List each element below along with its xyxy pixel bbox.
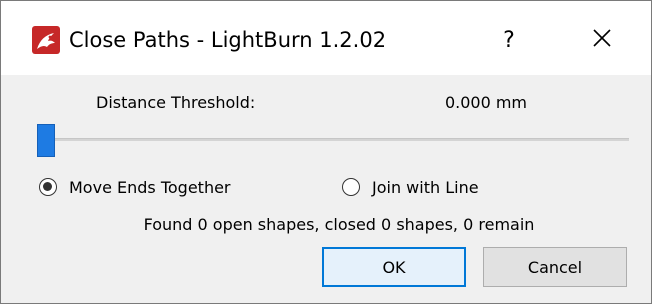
distance-threshold-value: 0.000 mm bbox=[444, 93, 527, 112]
distance-threshold-label: Distance Threshold: bbox=[96, 93, 256, 112]
cancel-button[interactable]: Cancel bbox=[483, 247, 627, 287]
close-button[interactable] bbox=[574, 15, 630, 65]
move-ends-together-radio[interactable]: Move Ends Together bbox=[39, 176, 231, 198]
move-ends-together-label: Move Ends Together bbox=[69, 177, 231, 197]
ok-button[interactable]: OK bbox=[322, 247, 466, 287]
close-paths-dialog: Close Paths - LightBurn 1.2.02 ? Distanc… bbox=[0, 0, 652, 304]
radio-indicator-unselected[interactable] bbox=[342, 178, 360, 196]
radio-dot bbox=[43, 182, 52, 191]
radio-indicator-selected[interactable] bbox=[39, 178, 57, 196]
join-with-line-label: Join with Line bbox=[372, 177, 479, 197]
distance-threshold-slider-track[interactable] bbox=[37, 138, 629, 141]
distance-threshold-slider-handle[interactable] bbox=[37, 124, 55, 157]
join-with-line-radio[interactable]: Join with Line bbox=[342, 176, 479, 198]
status-message: Found 0 open shapes, closed 0 shapes, 0 … bbox=[143, 215, 535, 234]
window-title: Close Paths - LightBurn 1.2.02 bbox=[69, 28, 387, 52]
help-button[interactable]: ? bbox=[479, 15, 539, 65]
title-bar[interactable]: Close Paths - LightBurn 1.2.02 ? bbox=[1, 1, 651, 75]
close-icon bbox=[593, 29, 611, 51]
lightburn-app-icon bbox=[32, 26, 60, 54]
